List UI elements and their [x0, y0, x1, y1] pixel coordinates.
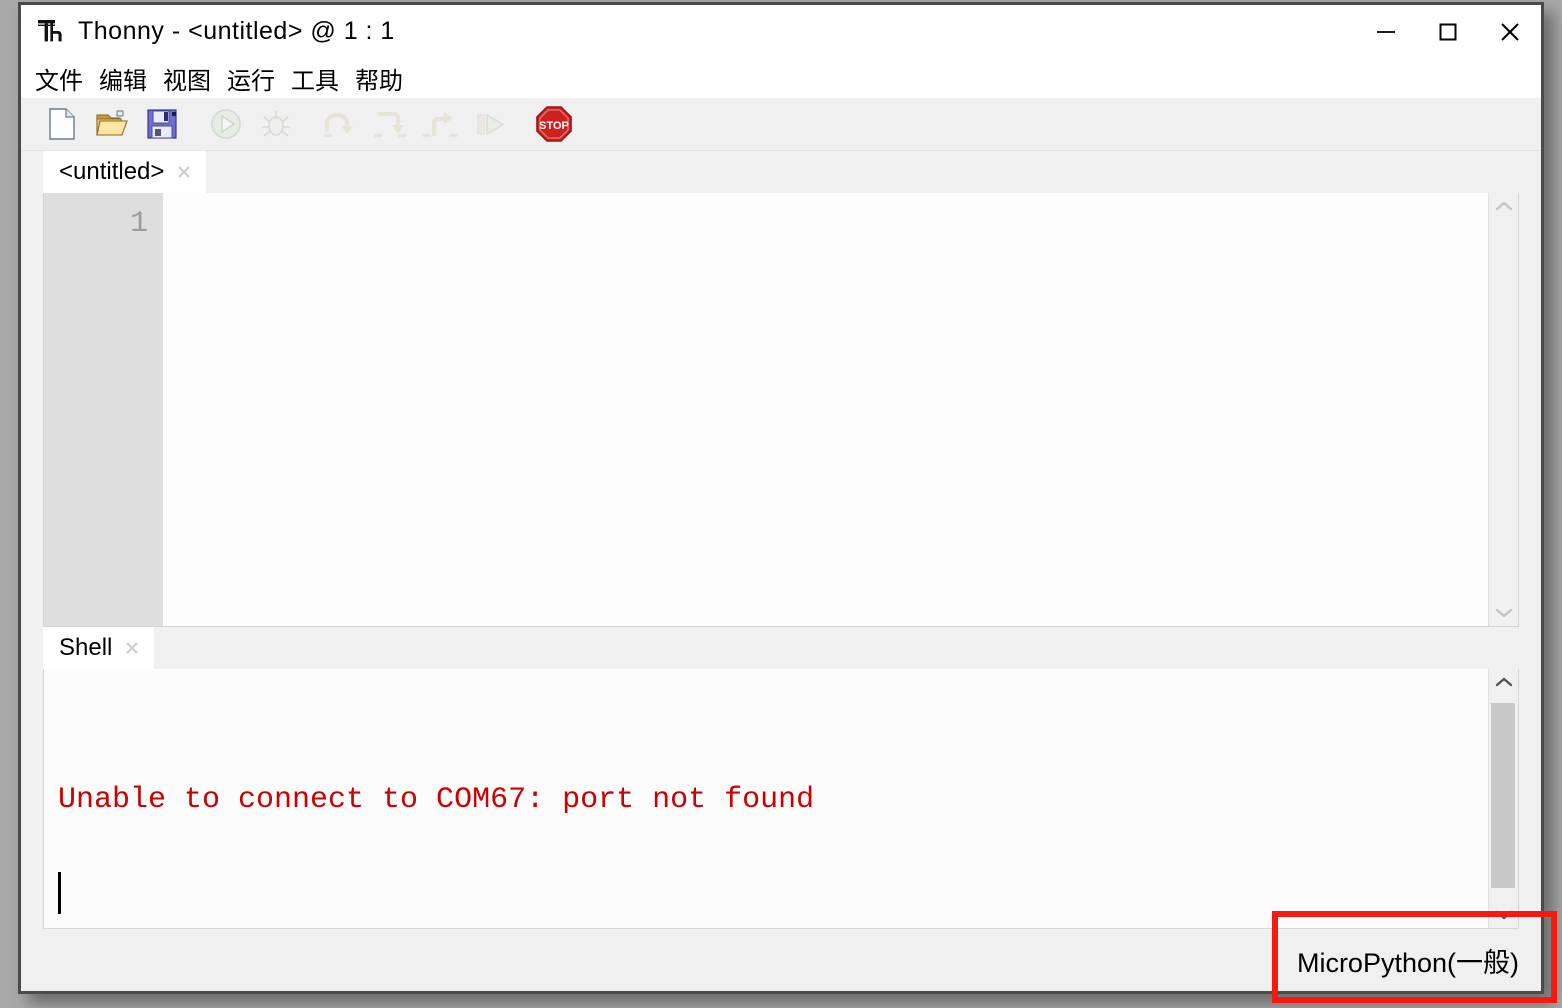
menu-help[interactable]: 帮助 [355, 61, 403, 96]
title-bar: Thonny - <untitled> @ 1 : 1 [21, 5, 1541, 58]
close-icon[interactable] [1479, 5, 1541, 58]
menu-tools[interactable]: 工具 [291, 61, 339, 96]
menu-view[interactable]: 视图 [163, 61, 211, 96]
shell-body: Unable to connect to COM67: port not fou… [43, 669, 1519, 929]
open-folder-icon[interactable] [93, 104, 131, 144]
editor-tab-label: <untitled> [59, 158, 165, 185]
menu-file[interactable]: 文件 [35, 61, 83, 96]
chevron-up-icon[interactable] [1494, 675, 1514, 689]
menu-bar: 文件 编辑 视图 运行 工具 帮助 [21, 58, 1541, 98]
menu-run[interactable]: 运行 [227, 61, 275, 96]
run-icon[interactable] [207, 104, 245, 144]
step-into-icon[interactable] [371, 104, 409, 144]
shell-scrollbar[interactable] [1488, 669, 1518, 928]
stop-icon[interactable]: STOP [535, 104, 573, 144]
close-x-icon[interactable] [176, 164, 192, 180]
window-controls [1355, 5, 1541, 58]
shell-text-cursor [58, 872, 61, 914]
status-bar: MicroPython(一般) [21, 929, 1541, 991]
toolbar: STOP [21, 98, 1541, 151]
editor-panel: <untitled> 1 [21, 151, 1541, 627]
new-file-icon[interactable] [43, 104, 81, 144]
save-icon[interactable] [143, 104, 181, 144]
window-title: Thonny - <untitled> @ 1 : 1 [78, 17, 395, 45]
debug-bug-icon[interactable] [257, 104, 295, 144]
shell-tab-label: Shell [59, 634, 113, 661]
line-number-gutter: 1 [44, 193, 162, 626]
shell-line-error-1: Unable to connect to COM67: port not fou… [58, 783, 815, 817]
maximize-icon[interactable] [1417, 5, 1479, 58]
shell-output[interactable]: Unable to connect to COM67: port not fou… [44, 669, 1488, 928]
svg-text:STOP: STOP [539, 120, 569, 132]
close-x-icon[interactable] [124, 640, 140, 656]
shell-tab[interactable]: Shell [43, 627, 155, 669]
shell-scrollbar-thumb[interactable] [1491, 703, 1515, 888]
menu-edit[interactable]: 编辑 [99, 61, 147, 96]
screenshot-root: Thonny - <untitled> @ 1 : 1 文件 编辑 视图 运行 … [0, 0, 1562, 1008]
thonny-window: Thonny - <untitled> @ 1 : 1 文件 编辑 视图 运行 … [18, 2, 1544, 994]
resume-icon[interactable] [471, 104, 509, 144]
thonny-th-logo-icon [36, 17, 66, 47]
editor-tab-bar: <untitled> [21, 151, 1541, 193]
step-out-icon[interactable] [421, 104, 459, 144]
code-editor-area[interactable] [162, 193, 1488, 626]
chevron-down-icon[interactable] [1494, 908, 1514, 922]
editor-body: 1 [43, 193, 1519, 627]
step-over-icon[interactable] [321, 104, 359, 144]
chevron-up-icon[interactable] [1494, 199, 1514, 213]
shell-panel: Shell Unable to connect to COM67: port n… [21, 627, 1541, 929]
editor-scrollbar[interactable] [1488, 193, 1518, 626]
shell-tab-bar: Shell [21, 627, 1541, 669]
editor-tab-untitled[interactable]: <untitled> [43, 151, 207, 193]
interpreter-selector[interactable]: MicroPython(一般) [1297, 941, 1519, 980]
minimize-icon[interactable] [1355, 5, 1417, 58]
line-number: 1 [129, 207, 148, 241]
title-bar-left: Thonny - <untitled> @ 1 : 1 [21, 17, 395, 47]
chevron-down-icon[interactable] [1494, 606, 1514, 620]
